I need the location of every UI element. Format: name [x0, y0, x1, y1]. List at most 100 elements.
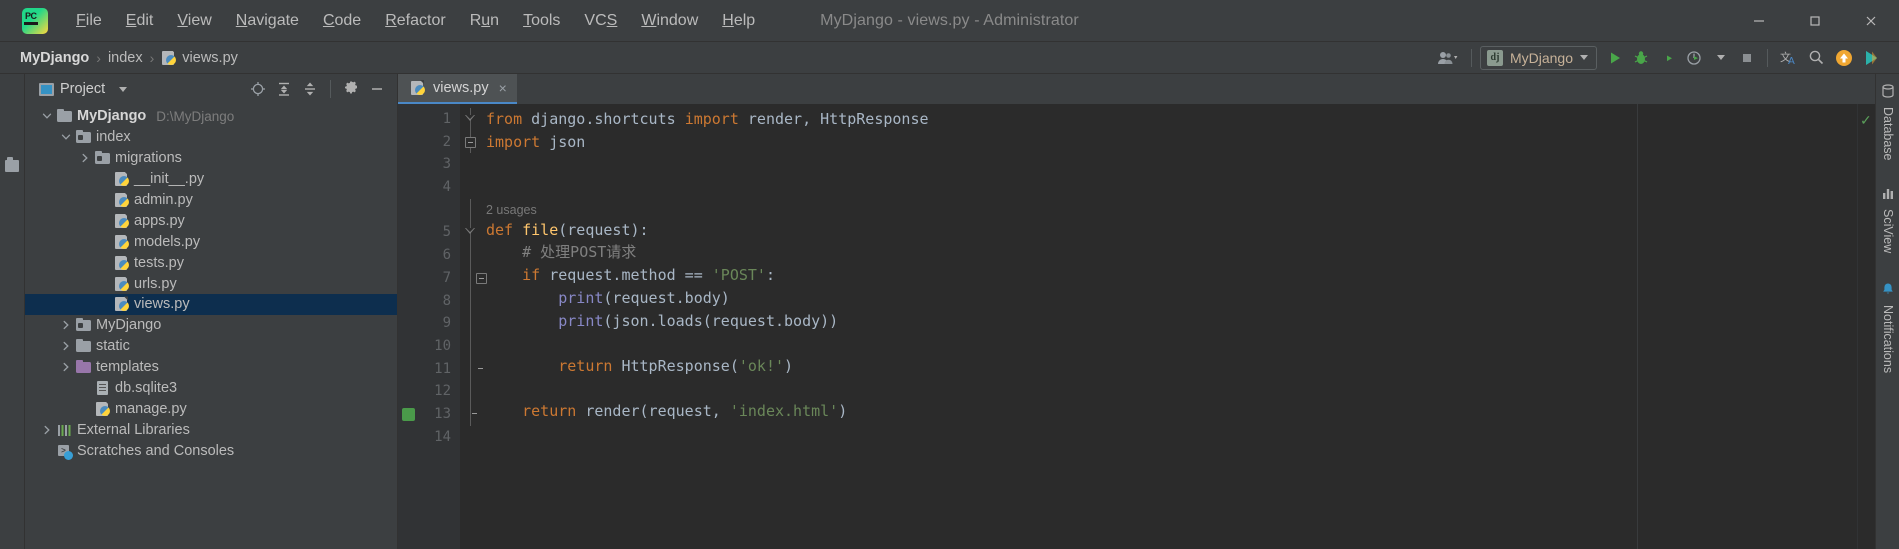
- breakpoint-icon[interactable]: [402, 407, 415, 421]
- expand-all-button[interactable]: [272, 78, 296, 100]
- line-number-13[interactable]: 13: [398, 403, 460, 426]
- scroll-from-source-button[interactable]: [246, 78, 270, 100]
- breadcrumb-folder-index[interactable]: index: [106, 48, 145, 68]
- line-number-8[interactable]: 8: [398, 290, 460, 313]
- tree-item-external-libraries[interactable]: External Libraries: [25, 419, 397, 440]
- menu-view[interactable]: View: [165, 8, 223, 34]
- tree-item-models-py[interactable]: models.py: [25, 231, 397, 252]
- line-number-12[interactable]: 12: [398, 380, 460, 403]
- run-button[interactable]: [1603, 46, 1627, 70]
- hide-panel-button[interactable]: [365, 78, 389, 100]
- code-line-4[interactable]: [482, 176, 1857, 199]
- profiler-button[interactable]: [1682, 46, 1707, 70]
- menu-window[interactable]: Window: [629, 8, 710, 34]
- tree-item-init-py[interactable]: __init__.py: [25, 169, 397, 190]
- code-folding-column[interactable]: [460, 104, 487, 549]
- tab-views-py[interactable]: views.py ×: [398, 74, 517, 104]
- line-number-14[interactable]: 14: [398, 426, 460, 449]
- tree-item-db-sqlite3[interactable]: db.sqlite3: [25, 378, 397, 399]
- menu-refactor[interactable]: Refactor: [373, 8, 457, 34]
- breadcrumb-file-views[interactable]: views.py: [159, 48, 240, 68]
- tab-close-icon[interactable]: ×: [499, 80, 507, 96]
- tool-window-button-sciview[interactable]: SciView: [1876, 186, 1899, 253]
- line-number-10[interactable]: 10: [398, 335, 460, 358]
- chevron-down-icon[interactable]: [41, 110, 53, 122]
- update-available-button[interactable]: [1831, 46, 1857, 70]
- tree-item-views-py[interactable]: views.py: [25, 294, 397, 315]
- settings-gear-button[interactable]: [339, 78, 363, 100]
- chevron-right-icon[interactable]: [60, 340, 72, 352]
- tree-item-urls-py[interactable]: urls.py: [25, 273, 397, 294]
- debug-button[interactable]: [1629, 46, 1653, 70]
- chevron-down-icon[interactable]: [60, 131, 72, 143]
- project-structure-icon[interactable]: [5, 157, 19, 172]
- tree-item-static[interactable]: static: [25, 336, 397, 357]
- menu-run[interactable]: Run: [458, 8, 511, 34]
- line-number-6[interactable]: 6: [398, 244, 460, 267]
- code-line-1[interactable]: from django.shortcuts import render, Htt…: [482, 108, 1857, 131]
- project-view-dropdown[interactable]: [111, 78, 135, 100]
- menu-tools[interactable]: Tools: [511, 8, 572, 34]
- tree-item-apps-py[interactable]: apps.py: [25, 210, 397, 231]
- fold-handle-icon[interactable]: [465, 137, 476, 149]
- tool-window-button-notifications[interactable]: Notifications: [1876, 282, 1899, 373]
- menu-vcs[interactable]: VCS: [572, 8, 629, 34]
- stop-button[interactable]: [1735, 46, 1759, 70]
- tree-item-tests-py[interactable]: tests.py: [25, 252, 397, 273]
- fold-handle-icon[interactable]: [465, 115, 475, 121]
- menu-code[interactable]: Code: [311, 8, 373, 34]
- code-line-8[interactable]: print(request.body): [482, 287, 1857, 310]
- tree-item-scratches-and-consoles[interactable]: > Scratches and Consoles: [25, 440, 397, 461]
- tree-item-admin-py[interactable]: admin.py: [25, 190, 397, 211]
- collapse-all-button[interactable]: [298, 78, 322, 100]
- code-line-3[interactable]: [482, 153, 1857, 176]
- search-button[interactable]: [1804, 46, 1829, 70]
- tree-item-index[interactable]: index: [25, 127, 397, 148]
- code-editor[interactable]: 1234·567891011121314 from django.shortcu…: [398, 104, 1875, 549]
- code-line-9[interactable]: print(json.loads(request.body)): [482, 310, 1857, 333]
- run-with-coverage-button[interactable]: [1655, 46, 1680, 70]
- usages-hint[interactable]: 2 usages: [486, 203, 537, 217]
- translate-button[interactable]: 文 A: [1776, 46, 1802, 70]
- menu-file[interactable]: File: [64, 8, 114, 34]
- code-line-5[interactable]: def file(request):: [482, 219, 1857, 242]
- tree-item-mydjango[interactable]: MyDjango: [25, 315, 397, 336]
- line-number-7[interactable]: 7: [398, 267, 460, 290]
- tree-item-manage-py[interactable]: manage.py: [25, 398, 397, 419]
- code-line-2[interactable]: import json: [482, 131, 1857, 154]
- menu-navigate[interactable]: Navigate: [224, 8, 311, 34]
- code-content[interactable]: from django.shortcuts import render, Htt…: [482, 104, 1857, 549]
- breadcrumb-project[interactable]: MyDjango: [18, 48, 91, 68]
- chevron-right-icon[interactable]: [79, 152, 91, 164]
- chevron-right-icon[interactable]: [41, 424, 53, 436]
- line-number-3[interactable]: 3: [398, 153, 460, 176]
- code-line-7[interactable]: if request.method == 'POST':: [482, 264, 1857, 287]
- profiler-dropdown-button[interactable]: [1709, 46, 1733, 70]
- minimize-button[interactable]: [1731, 0, 1787, 41]
- menu-help[interactable]: Help: [710, 8, 767, 34]
- tree-item-mydjango[interactable]: MyDjango D:\MyDjango: [25, 106, 397, 127]
- line-number-4[interactable]: 4: [398, 176, 460, 199]
- plugin-button[interactable]: [1859, 46, 1885, 70]
- line-number-9[interactable]: 9: [398, 312, 460, 335]
- line-number-1[interactable]: 1: [398, 108, 460, 131]
- tree-item-templates[interactable]: templates: [25, 357, 397, 378]
- line-number-2[interactable]: 2: [398, 131, 460, 154]
- code-line-6[interactable]: # 处理POST请求: [482, 241, 1857, 264]
- code-line-11[interactable]: return HttpResponse('ok!'): [482, 355, 1857, 378]
- menu-edit[interactable]: Edit: [114, 8, 166, 34]
- tree-item-migrations[interactable]: migrations: [25, 148, 397, 169]
- line-number-5[interactable]: 5: [398, 221, 460, 244]
- code-line-12[interactable]: [482, 378, 1857, 401]
- chevron-right-icon[interactable]: [60, 361, 72, 373]
- run-configuration-selector[interactable]: dj MyDjango: [1479, 45, 1597, 70]
- line-number-gutter[interactable]: 1234·567891011121314: [398, 104, 460, 549]
- maximize-button[interactable]: [1787, 0, 1843, 41]
- code-line-10[interactable]: [482, 332, 1857, 355]
- code-line-13[interactable]: return render(request, 'index.html'): [482, 400, 1857, 423]
- account-button[interactable]: [1433, 46, 1463, 70]
- line-number-11[interactable]: 11: [398, 358, 460, 381]
- fold-handle-icon[interactable]: [465, 228, 475, 235]
- close-button[interactable]: [1843, 0, 1899, 41]
- tool-window-button-database[interactable]: Database: [1876, 84, 1899, 161]
